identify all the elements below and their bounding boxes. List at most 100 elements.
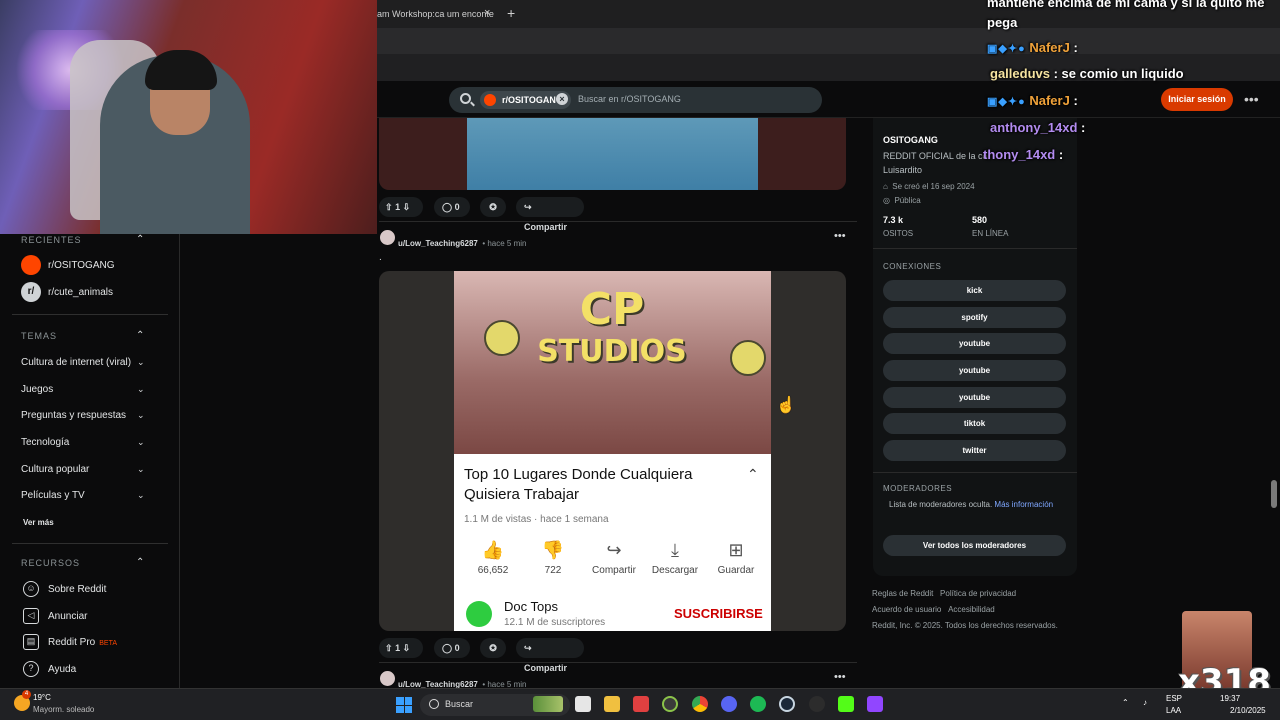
chat-message: ▣◆✦● NaferJ : [987,93,1078,108]
sidebar-item-reddit-pro[interactable]: Reddit Pro BETA [48,637,117,648]
sidebar-item-help[interactable]: Ayuda [48,664,76,675]
chevron-down-icon[interactable]: ⌄ [137,437,145,448]
more-info-link[interactable]: Más información [994,500,1053,509]
avatar[interactable] [380,671,395,686]
browser-tab[interactable]: am Workshop:ca um enconte [377,0,497,28]
chrome-icon[interactable] [692,696,708,712]
sidebar-item-ositogang[interactable]: r/OSITOGANG [48,260,115,271]
clock-date[interactable]: 2/10/2025 [1230,706,1266,715]
login-button[interactable]: Iniciar sesión [1161,88,1233,111]
file-explorer-icon[interactable] [604,696,620,712]
sidebar-item-about[interactable]: Sobre Reddit [48,584,106,595]
sidebar-item-cute-animals[interactable]: r/cute_animals [48,287,113,298]
spotify-icon[interactable] [750,696,766,712]
sidebar-topic[interactable]: Cultura de internet (viral) [21,357,131,368]
divider [12,543,168,544]
reddit-icon: ☺ [23,581,39,597]
tray-chevron-icon[interactable]: ⌃ [1122,698,1129,707]
chevron-down-icon[interactable]: ⌄ [137,384,145,395]
community-desc-line2: Luisardito [883,165,923,175]
upvote-icon[interactable]: ⇧ [385,643,393,653]
avatar[interactable] [380,230,395,245]
chat-username: galleduvs [990,66,1050,81]
app-icon[interactable] [809,696,825,712]
thumbs-up-icon: 👍 [481,540,505,560]
twitch-icon[interactable] [867,696,883,712]
chevron-up-icon[interactable]: ⌃ [136,330,144,341]
taskbar-search-label[interactable]: Buscar [445,699,473,709]
online-label: EN LÍNEA [972,229,1009,238]
clock-time[interactable]: 19:37 [1220,694,1240,703]
link-kick[interactable]: kick [883,280,1066,301]
scrollbar[interactable] [1271,480,1277,508]
sidebar-topic[interactable]: Preguntas y respuestas [21,410,126,421]
link-twitter[interactable]: twitter [883,440,1066,461]
save-button: ⊞ Guardar [706,540,766,576]
footer-accessibility-link[interactable]: Accesibilidad [948,605,995,614]
members-count: 7.3 k [883,215,904,225]
yt-share-label: Compartir [592,565,636,576]
tab-close-icon[interactable]: × [484,7,490,19]
taskbar-widget-image[interactable] [533,696,563,712]
see-more-link[interactable]: Ver más [23,518,54,527]
sidebar-topic[interactable]: Tecnología [21,437,69,448]
sidebar-item-advertise[interactable]: Anunciar [48,611,87,622]
chevron-down-icon[interactable]: ⌄ [137,464,145,475]
app-icon[interactable] [633,696,649,712]
address-bar[interactable] [377,28,1280,54]
post-options-icon[interactable]: ••• [834,671,846,683]
windows-start-icon[interactable] [396,697,412,713]
chevron-down-icon[interactable]: ⌄ [137,490,145,501]
clear-chip-icon[interactable]: × [556,93,568,105]
app-icon[interactable] [662,696,678,712]
link-spotify[interactable]: spotify [883,307,1066,328]
kick-icon[interactable] [838,696,854,712]
share-icon: ↪ [524,202,532,212]
share-button[interactable]: ↪ Compartir [516,197,584,232]
section-recientes: RECIENTES [21,235,82,245]
comments-button[interactable]: ◯ 0 [434,197,470,217]
vote-control[interactable]: ⇧ 1 ⇩ [379,638,423,658]
mic-icon[interactable]: ♪ [1143,698,1147,707]
community-chip-avatar [484,94,496,106]
link-youtube[interactable]: youtube [883,387,1066,408]
footer-rules-link[interactable]: Reglas de Reddit [872,589,933,598]
more-options-icon[interactable]: ••• [1244,91,1259,107]
search-input[interactable]: Buscar en r/OSITOGANG [578,94,681,104]
award-button[interactable]: ✪ [480,638,506,658]
post-separator [379,662,857,663]
sidebar-topic[interactable]: Cultura popular [21,464,89,475]
chevron-up-icon[interactable]: ⌃ [136,557,144,568]
beta-badge: BETA [99,640,118,647]
channel-subs: 12.1 M de suscriptores [504,617,606,628]
downvote-icon[interactable]: ⇩ [403,643,411,653]
link-tiktok[interactable]: tiktok [883,413,1066,434]
link-youtube[interactable]: youtube [883,333,1066,354]
discord-icon[interactable] [721,696,737,712]
award-button[interactable]: ✪ [480,197,506,217]
weather-desc[interactable]: Mayorm. soleado [33,705,94,714]
sidebar-topic[interactable]: Juegos [21,384,53,395]
language-label[interactable]: ESP [1166,694,1182,703]
chevron-up-icon[interactable]: ⌃ [136,234,144,245]
chevron-down-icon[interactable]: ⌄ [137,357,145,368]
view-moderators-button[interactable]: Ver todos los moderadores [883,535,1066,556]
upvote-icon[interactable]: ⇧ [385,202,393,212]
sidebar-topic[interactable]: Películas y TV [21,490,85,501]
footer-agreement-link[interactable]: Acuerdo de usuario [872,605,941,614]
footer-privacy-link[interactable]: Política de privacidad [940,589,1016,598]
downvote-icon[interactable]: ⇩ [403,202,411,212]
post-author[interactable]: u/Low_Teaching6287 [398,239,478,248]
comments-button[interactable]: ◯ 0 [434,638,470,658]
task-view-icon[interactable] [575,696,591,712]
new-tab-button[interactable]: + [507,5,515,21]
chevron-down-icon[interactable]: ⌄ [137,410,145,421]
moderators-text: Lista de moderadores oculta. [889,500,993,509]
keyboard-label[interactable]: LAA [1166,706,1181,715]
link-youtube[interactable]: youtube [883,360,1066,381]
weather-temp[interactable]: 19°C [33,693,51,702]
post-options-icon[interactable]: ••• [834,230,846,242]
steam-icon[interactable] [779,696,795,712]
vote-control[interactable]: ⇧ 1 ⇩ [379,197,423,217]
share-button[interactable]: ↪ Compartir [516,638,584,673]
